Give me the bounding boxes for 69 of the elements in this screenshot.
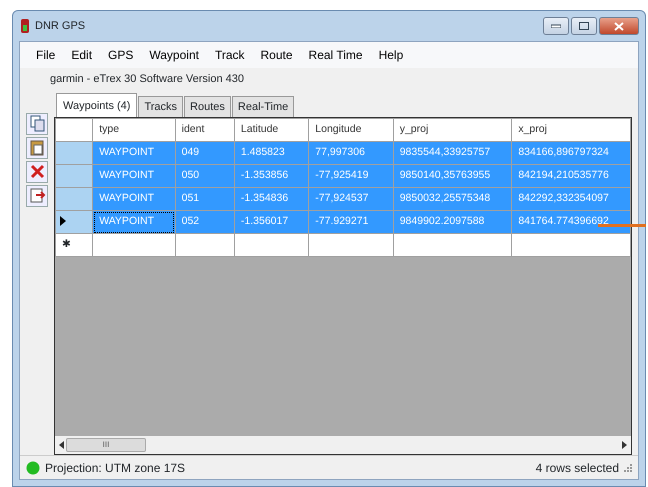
maximize-button[interactable] [571, 17, 597, 35]
menu-item[interactable]: Track [206, 45, 253, 65]
horizontal-scrollbar[interactable]: III [55, 436, 631, 454]
table-cell: WAYPOINT [92, 210, 176, 234]
copy-button[interactable] [26, 112, 48, 134]
close-button[interactable] [599, 17, 639, 35]
table-cell: 049 [175, 142, 234, 164]
leader-line [598, 224, 646, 227]
column-header[interactable]: y_proj [393, 118, 512, 142]
device-label: garmin - eTrex 30 Software Version 430 [49, 72, 246, 87]
table-cell: 842194,210535776 [512, 164, 630, 188]
table-cell: 9849902.2097588 [393, 210, 512, 234]
table-cell: 052 [175, 210, 234, 234]
column-header[interactable]: Latitude [234, 118, 309, 142]
projection-label: Projection: UTM zone 17S [45, 460, 186, 476]
tab[interactable]: Real-Time [232, 96, 294, 117]
selection-count: 4 rows selected [536, 460, 619, 476]
menu-item[interactable]: Real Time [300, 45, 371, 65]
table-cell: 9835544,33925757 [393, 142, 512, 164]
maximize-icon [579, 22, 589, 30]
delete-icon [28, 163, 46, 180]
column-header[interactable]: Longitude [308, 118, 394, 142]
window-title: DNR GPS [35, 18, 86, 34]
tab[interactable]: Tracks [138, 96, 184, 117]
table-cell: WAYPOINT [92, 164, 176, 188]
copy-icon [28, 115, 46, 132]
export-icon [28, 187, 46, 204]
table-cell: -77,924537 [308, 188, 394, 210]
table-cell: WAYPOINT [92, 188, 176, 210]
table-cell: 77,997306 [308, 142, 394, 164]
table-cell: 841764.774396692 [512, 210, 630, 234]
column-header[interactable]: ident [175, 118, 234, 142]
close-icon [614, 22, 624, 30]
resize-grip-icon[interactable] [624, 464, 632, 472]
scroll-right-icon[interactable] [622, 441, 627, 449]
menu-item[interactable]: Edit [63, 45, 100, 65]
table-cell: -1.353856 [234, 164, 309, 188]
table-cell: 050 [175, 164, 234, 188]
table-cell: 9850032,25575348 [393, 188, 512, 210]
clipboard-icon [28, 139, 46, 156]
table-cell: 842292,332354097 [512, 188, 630, 210]
menu-item[interactable]: Route [252, 45, 301, 65]
menu-item[interactable]: Waypoint [141, 45, 207, 65]
row-header[interactable] [56, 210, 93, 234]
export-button[interactable] [26, 184, 48, 206]
column-header[interactable]: type [92, 118, 176, 142]
app-icon [21, 19, 29, 33]
new-row-marker: ✱ [56, 234, 93, 256]
tab[interactable]: Routes [184, 96, 231, 117]
menu-item[interactable]: File [28, 45, 64, 65]
table-cell: -77,925419 [308, 164, 394, 188]
table-cell: 9850140,35763955 [393, 164, 512, 188]
table-cell: 834166,896797324 [512, 142, 630, 164]
delete-button[interactable] [26, 160, 48, 182]
clipboard-button[interactable] [26, 136, 48, 158]
menu-item[interactable]: GPS [100, 45, 142, 65]
table-cell: -1.354836 [234, 188, 309, 210]
table-cell: WAYPOINT [92, 142, 176, 164]
scroll-left-icon[interactable] [59, 441, 64, 449]
column-header[interactable]: x_proj [512, 118, 630, 142]
minimize-icon [551, 24, 561, 28]
table-cell: -1.356017 [234, 210, 309, 234]
table-cell: 1.485823 [234, 142, 309, 164]
tab[interactable]: Waypoints (4) [56, 92, 138, 117]
minimize-button[interactable] [543, 17, 569, 35]
table-cell: 051 [175, 188, 234, 210]
table-cell: -77.929271 [308, 210, 394, 234]
menu-item[interactable]: Help [370, 45, 412, 65]
scroll-thumb[interactable]: III [66, 438, 146, 452]
